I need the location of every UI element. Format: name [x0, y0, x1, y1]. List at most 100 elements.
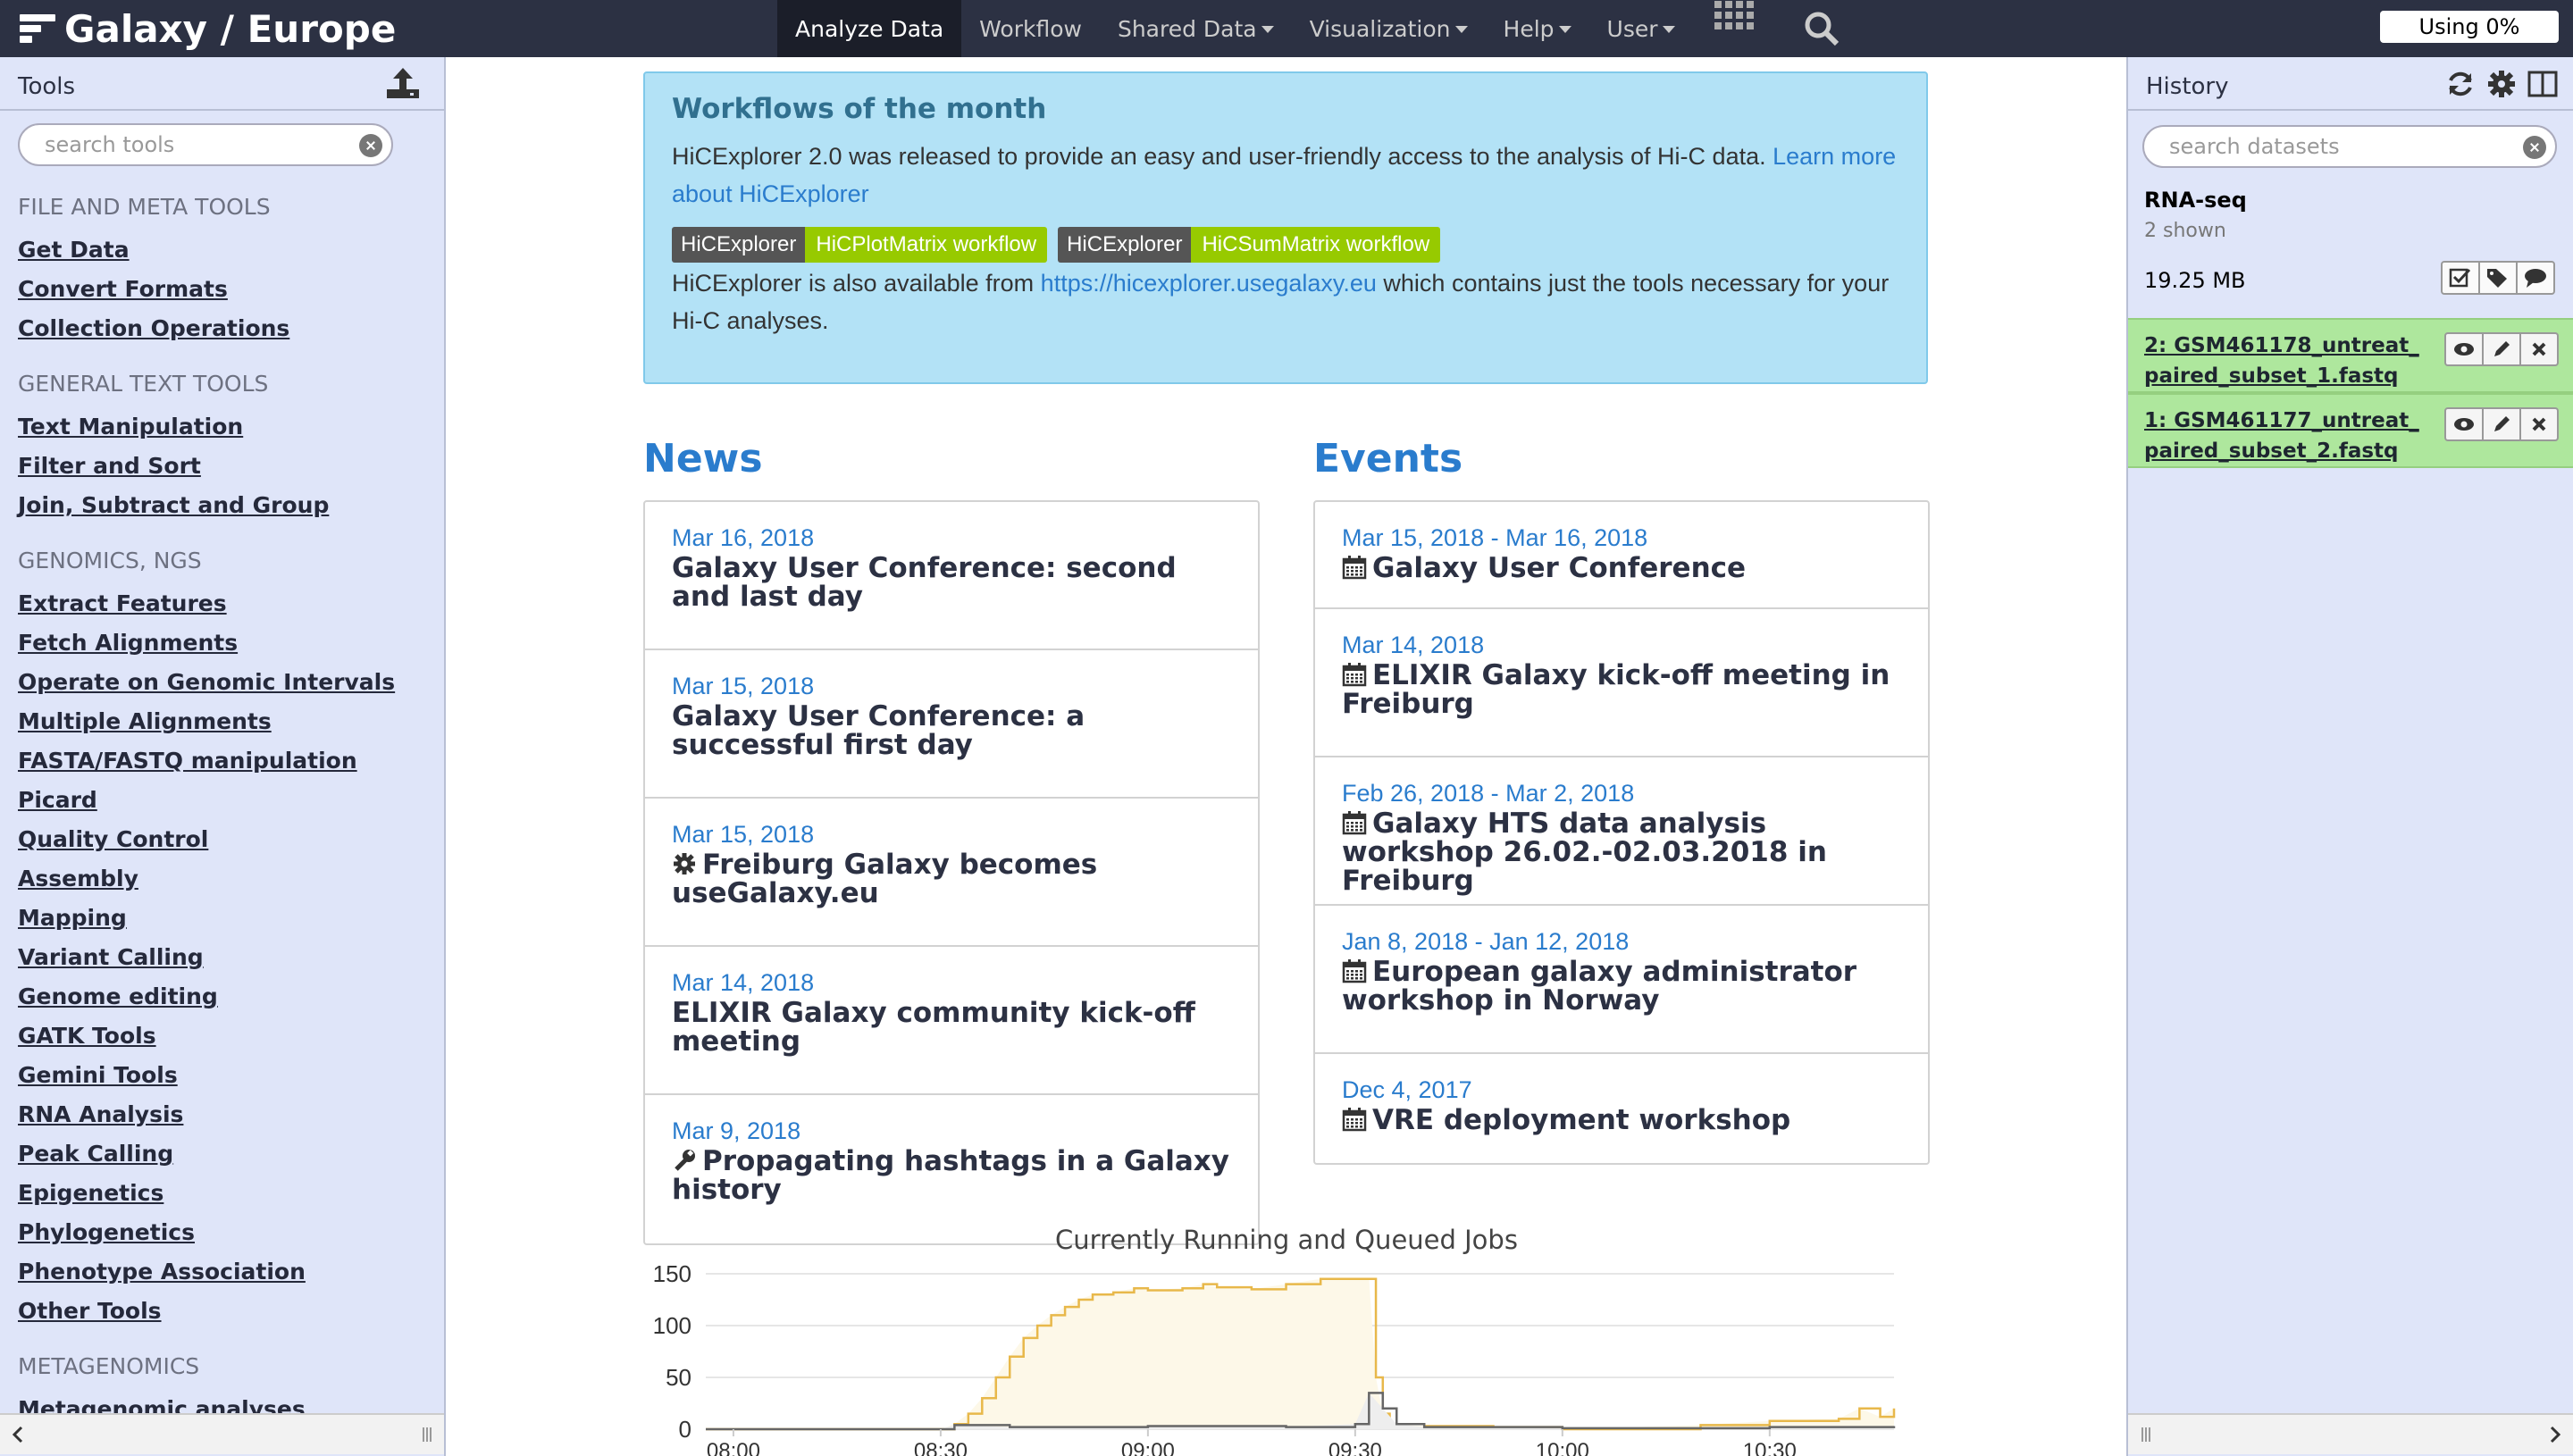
workflow-badge[interactable]: HiCExplorer HiCSumMatrix workflow	[1058, 227, 1441, 263]
brand[interactable]: Galaxy / Europe	[20, 5, 396, 52]
delete-dataset-button[interactable]	[2519, 332, 2559, 366]
refresh-icon[interactable]	[2444, 68, 2477, 100]
tool-link[interactable]: RNA Analysis	[18, 1095, 438, 1134]
tool-link[interactable]: Assembly	[18, 859, 438, 899]
brand-title: Galaxy / Europe	[64, 6, 397, 51]
news-title-text: ELIXIR Galaxy community kick-off meeting	[672, 997, 1195, 1058]
tool-link[interactable]: Gemini Tools	[18, 1056, 438, 1095]
news-title[interactable]: Galaxy User Conference: second and last …	[672, 554, 1231, 611]
events-title[interactable]: Galaxy User Conference	[1342, 554, 1901, 582]
nav-user[interactable]: User	[1589, 0, 1693, 57]
tool-link[interactable]: Filter and Sort	[18, 447, 438, 486]
clear-history-search-icon[interactable]	[2523, 136, 2546, 159]
tool-link[interactable]: Mapping	[18, 899, 438, 938]
tool-link[interactable]: Text Manipulation	[18, 407, 438, 447]
events-title[interactable]: Galaxy HTS data analysis workshop 26.02.…	[1342, 809, 1901, 895]
nav-workflow[interactable]: Workflow	[961, 0, 1100, 57]
tags-button[interactable]	[2478, 261, 2518, 295]
hicexplorer-link[interactable]: https://hicexplorer.usegalaxy.eu	[1041, 270, 1377, 297]
tool-link[interactable]: Picard	[18, 781, 438, 820]
dataset-item[interactable]: 2: GSM461178_untreat_paired_subset_1.fas…	[2128, 318, 2573, 393]
columns-icon[interactable]	[2527, 68, 2559, 100]
tool-section-title[interactable]: GENOMICS, NGS	[18, 545, 438, 577]
tool-link[interactable]: Peak Calling	[18, 1134, 438, 1174]
tool-link[interactable]: Extract Features	[18, 584, 438, 623]
history-panel-title: History	[2146, 73, 2229, 100]
select-datasets-button[interactable]	[2441, 261, 2480, 295]
tools-scrollbar[interactable]	[0, 1413, 444, 1454]
dataset-title[interactable]: 2: GSM461178_untreat_paired_subset_1.fas…	[2144, 331, 2430, 391]
tool-link[interactable]: Collection Operations	[18, 309, 438, 348]
news-item[interactable]: Mar 16, 2018 Galaxy User Conference: seco…	[645, 502, 1258, 650]
dataset-item[interactable]: 1: GSM461177_untreat_paired_subset_2.fas…	[2128, 393, 2573, 468]
clear-search-icon[interactable]	[359, 134, 382, 157]
events-title[interactable]: VRE deployment workshop	[1342, 1106, 1901, 1134]
tool-section-title[interactable]: GENERAL TEXT TOOLS	[18, 368, 438, 400]
nav-shared-data[interactable]: Shared Data	[1100, 0, 1292, 57]
tool-link[interactable]: Variant Calling	[18, 938, 438, 977]
nav-visualization[interactable]: Visualization	[1292, 0, 1486, 57]
tool-link[interactable]: Quality Control	[18, 820, 438, 859]
chart-title: Currently Running and Queued Jobs	[1055, 1225, 1518, 1255]
news-item[interactable]: Mar 15, 2018 Freiburg Galaxy becomes useG…	[645, 799, 1258, 947]
scroll-right-icon[interactable]	[2544, 1424, 2566, 1445]
tool-link[interactable]: Other Tools	[18, 1292, 438, 1331]
delete-dataset-button[interactable]	[2519, 407, 2559, 441]
edit-dataset-button[interactable]	[2482, 332, 2521, 366]
gear-icon[interactable]	[2485, 68, 2518, 100]
panel-drag-handle-icon[interactable]	[2135, 1424, 2157, 1445]
nav-search-button[interactable]	[1786, 0, 1857, 57]
news-title[interactable]: Galaxy User Conference: a successful fir…	[672, 702, 1231, 759]
eye-icon	[2454, 343, 2474, 356]
tool-link[interactable]: Operate on Genomic Intervals	[18, 663, 438, 702]
apps-grid-icon[interactable]	[1714, 0, 1754, 30]
news-item[interactable]: Mar 14, 2018 ELIXIR Galaxy community kick…	[645, 947, 1258, 1095]
tool-section-title[interactable]: FILE AND META TOOLS	[18, 191, 438, 223]
workflow-badge[interactable]: HiCExplorer HiCPlotMatrix workflow	[672, 227, 1048, 263]
nav-analyze-data[interactable]: Analyze Data	[777, 0, 962, 57]
events-title[interactable]: European galaxy administrator workshop i…	[1342, 958, 1901, 1015]
tool-link[interactable]: Convert Formats	[18, 270, 438, 309]
dataset-title[interactable]: 1: GSM461177_untreat_paired_subset_2.fas…	[2144, 406, 2430, 466]
news-title[interactable]: Freiburg Galaxy becomes useGalaxy.eu	[672, 850, 1231, 908]
history-search-input[interactable]	[2144, 127, 2555, 166]
tool-list: FILE AND META TOOLS Get Data Convert Forma…	[18, 191, 438, 1429]
tool-link[interactable]: Phylogenetics	[18, 1213, 438, 1252]
events-item[interactable]: Dec 4, 2017 VRE deployment workshop	[1315, 1054, 1928, 1163]
tool-section-title[interactable]: METAGENOMICS	[18, 1351, 438, 1383]
tool-search-input[interactable]	[20, 125, 391, 164]
tool-link[interactable]: Join, Subtract and Group	[18, 486, 438, 525]
quota-meter[interactable]: Using 0%	[2380, 11, 2559, 43]
tool-link[interactable]: Fetch Alignments	[18, 623, 438, 663]
tool-link[interactable]: Get Data	[18, 230, 438, 270]
panel-drag-handle-icon[interactable]	[416, 1424, 438, 1445]
news-date: Mar 14, 2018	[672, 969, 815, 996]
history-scrollbar[interactable]	[2128, 1413, 2573, 1454]
tool-link[interactable]: Epigenetics	[18, 1174, 438, 1213]
nav-help[interactable]: Help	[1486, 0, 1589, 57]
annotation-button[interactable]	[2516, 261, 2555, 295]
events-item[interactable]: Feb 26, 2018 - Mar 2, 2018 Galaxy HTS dat…	[1315, 757, 1928, 906]
view-dataset-button[interactable]	[2444, 407, 2484, 441]
x-tick-label: 10:30	[1743, 1439, 1797, 1456]
news-title[interactable]: Propagating hashtags in a Galaxy history	[672, 1147, 1231, 1204]
events-item[interactable]: Mar 15, 2018 - Mar 16, 2018 Galaxy User C…	[1315, 502, 1928, 609]
events-item[interactable]: Jan 8, 2018 - Jan 12, 2018 European galax…	[1315, 906, 1928, 1054]
view-dataset-button[interactable]	[2444, 332, 2484, 366]
tool-link[interactable]: Phenotype Association	[18, 1252, 438, 1292]
events-item[interactable]: Mar 14, 2018 ELIXIR Galaxy kick-off meeti…	[1315, 609, 1928, 757]
events-title[interactable]: ELIXIR Galaxy kick-off meeting in Freibu…	[1342, 661, 1901, 718]
news-title-text: Galaxy User Conference: a successful fir…	[672, 700, 1085, 761]
news-title[interactable]: ELIXIR Galaxy community kick-off meeting	[672, 999, 1231, 1056]
history-name[interactable]: RNA-seq	[2144, 188, 2247, 213]
news-item[interactable]: Mar 15, 2018 Galaxy User Conference: a su…	[645, 650, 1258, 799]
main-nav: Analyze Data Workflow Shared Data Visualiza…	[777, 0, 1857, 57]
tool-link[interactable]: FASTA/FASTQ manipulation	[18, 741, 438, 781]
tool-link[interactable]: GATK Tools	[18, 1017, 438, 1056]
news-item[interactable]: Mar 9, 2018 Propagating hashtags in a Gal…	[645, 1095, 1258, 1243]
upload-icon[interactable]	[383, 66, 423, 102]
tool-link[interactable]: Genome editing	[18, 977, 438, 1017]
tool-link[interactable]: Multiple Alignments	[18, 702, 438, 741]
edit-dataset-button[interactable]	[2482, 407, 2521, 441]
scroll-left-icon[interactable]	[7, 1424, 29, 1445]
